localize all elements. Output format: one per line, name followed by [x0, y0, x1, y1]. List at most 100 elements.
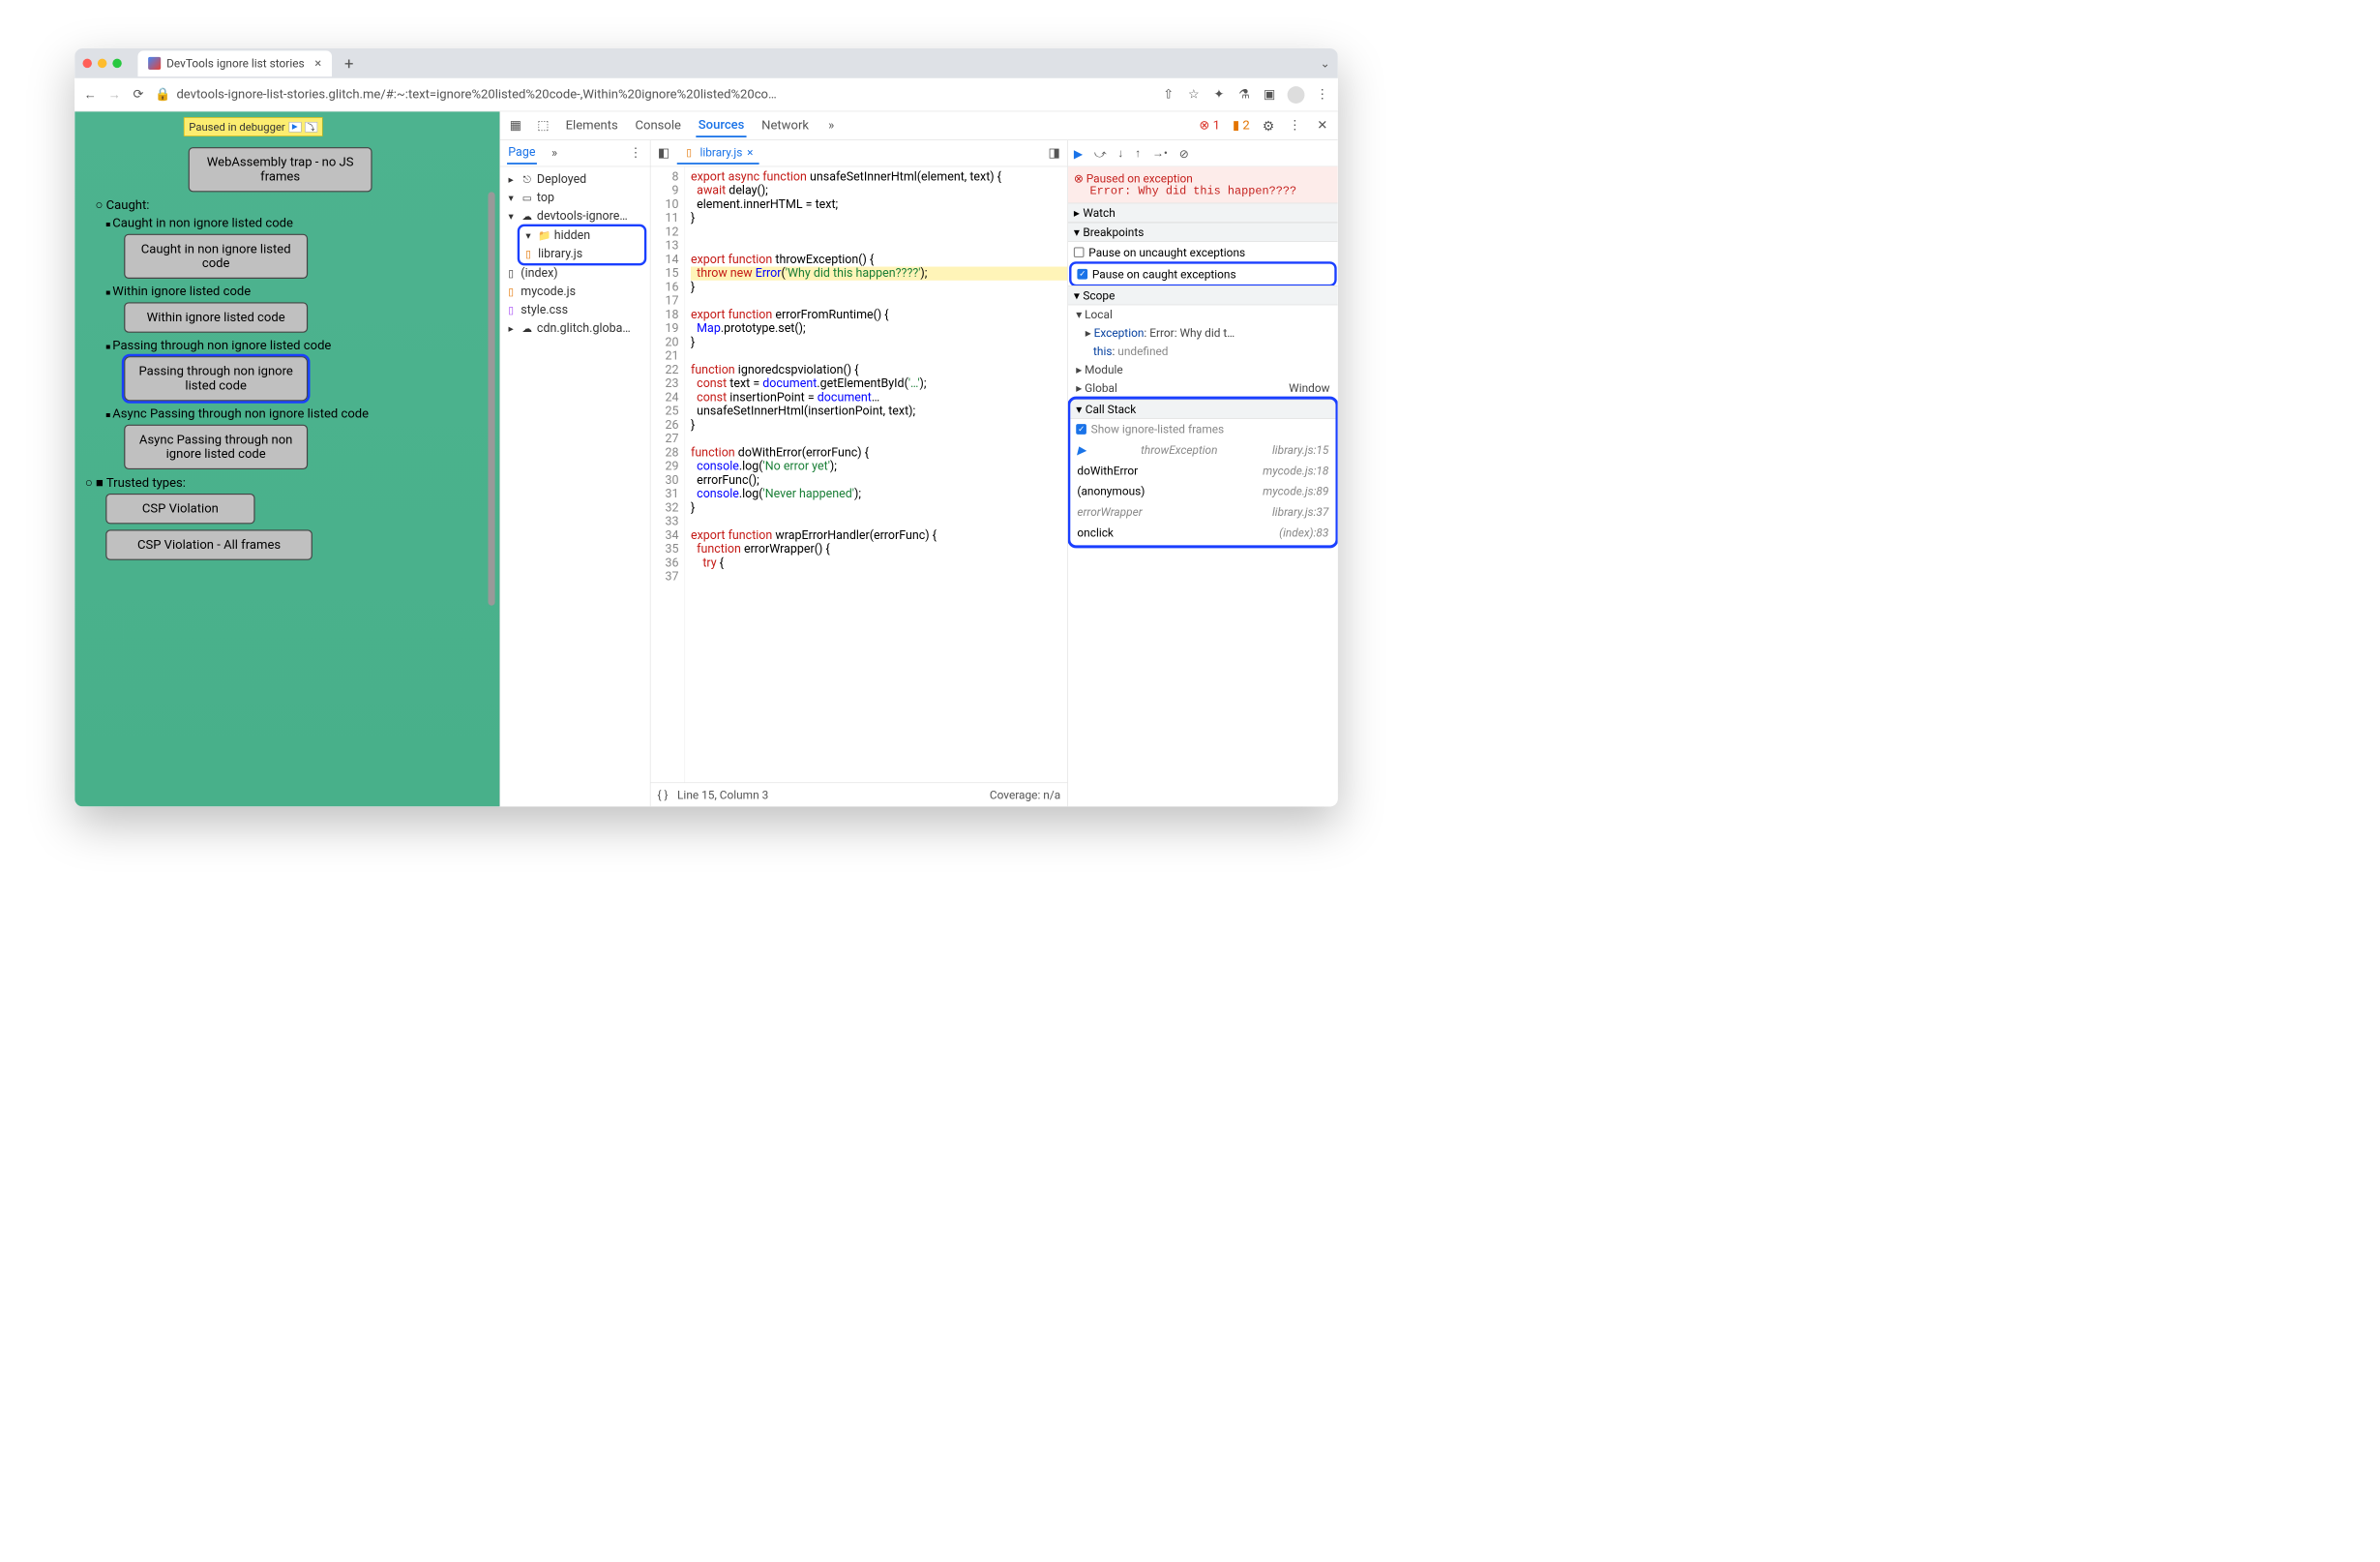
scope-local[interactable]: ▾ Local [1068, 305, 1338, 323]
tree-mycode[interactable]: ▯mycode.js [502, 283, 647, 301]
stack-frame[interactable]: doWithErrormycode.js:18 [1070, 461, 1335, 481]
star-icon[interactable]: ☆ [1186, 87, 1201, 102]
browser-tab[interactable]: DevTools ignore list stories × [137, 50, 332, 76]
paused-error: Error: Why did this happen???? [1089, 185, 1331, 198]
stack-frame[interactable]: throwExceptionlibrary.js:15 [1070, 439, 1335, 460]
tree-hidden[interactable]: ▾📁hidden [520, 226, 644, 245]
stack-frame[interactable]: onclick(index):83 [1070, 523, 1335, 543]
scope-exception[interactable]: ▸ Exception: Error: Why did t… [1068, 323, 1338, 342]
extensions-icon[interactable]: ✦ [1211, 87, 1226, 102]
debugger-sidebar: ▶ ⤻ ↓ ↑ →• ⊘ ⊗ Paused on exception Error… [1068, 140, 1338, 806]
close-window-icon[interactable] [82, 59, 91, 68]
step-icon[interactable]: ⤵ [305, 122, 317, 133]
csp-all-button[interactable]: CSP Violation - All frames [105, 529, 312, 559]
passing-button[interactable]: Passing through non ignore listed code [124, 356, 308, 401]
show-frames-row[interactable]: ✓Show ignore-listed frames [1070, 419, 1335, 439]
page-tab[interactable]: Page [507, 142, 537, 165]
labs-icon[interactable]: ⚗ [1236, 87, 1251, 102]
paused-overlay: Paused in debugger ▶ ⤵ [184, 117, 322, 136]
inspect-icon[interactable]: ▦ [508, 118, 522, 133]
maximize-window-icon[interactable] [112, 59, 121, 68]
story-button[interactable]: WebAssembly trap - no JS frames [189, 147, 372, 192]
error-count[interactable]: ⊗ 1 [1199, 118, 1220, 133]
editor-tab-label: library.js [699, 145, 742, 159]
tree-style[interactable]: ▯style.css [502, 301, 647, 319]
paused-message: ⊗ Paused on exception Error: Why did thi… [1068, 166, 1338, 202]
pause-uncaught-row[interactable]: Pause on uncaught exceptions [1068, 242, 1338, 262]
profile-avatar[interactable] [1288, 86, 1305, 104]
tree-top[interactable]: ▾▭top [502, 189, 647, 207]
device-icon[interactable]: ⬚ [536, 118, 550, 133]
step-icon[interactable]: →• [1152, 146, 1168, 161]
caught-nonign-button[interactable]: Caught in non ignore listed code [124, 234, 308, 279]
page-scrollbar[interactable] [488, 192, 494, 605]
resume-button[interactable]: ▶ [1074, 146, 1083, 160]
deactivate-bp-icon[interactable]: ⊘ [1179, 146, 1189, 160]
install-icon[interactable]: ▣ [1263, 87, 1277, 102]
url-field[interactable]: 🔒 devtools-ignore-list-stories.glitch.me… [155, 87, 1151, 102]
tab-network[interactable]: Network [759, 115, 812, 136]
reload-icon[interactable]: ⟳ [131, 87, 145, 102]
scope-module[interactable]: ▸ Module [1068, 360, 1338, 378]
stack-frame[interactable]: errorWrapperlibrary.js:37 [1070, 501, 1335, 522]
devtools-panel: ▦ ⬚ Elements Console Sources Network » ⊗… [499, 111, 1338, 806]
favicon [148, 57, 161, 70]
new-tab-button[interactable]: + [338, 54, 361, 74]
more-icon[interactable]: ⋮ [1288, 118, 1302, 133]
step-out-icon[interactable]: ↑ [1135, 146, 1141, 161]
scope-this: this: undefined [1068, 342, 1338, 360]
pause-caught-row[interactable]: ✓Pause on caught exceptions [1071, 264, 1334, 285]
stack-frame[interactable]: (anonymous)mycode.js:89 [1070, 481, 1335, 501]
file-icon: ▯ [683, 146, 696, 159]
step-over-icon[interactable]: ⤻ [1094, 146, 1107, 160]
editor-tab[interactable]: ▯ library.js × [677, 142, 759, 165]
async-passing-button[interactable]: Async Passing through non ignore listed … [124, 425, 308, 469]
editor-status: { } Line 15, Column 3 Coverage: n/a [650, 782, 1067, 806]
file-navigator: Page » ⋮ ▸⎋Deployed ▾▭top ▾☁devtools-ign… [500, 140, 650, 806]
scope-header[interactable]: ▾ Scope [1068, 285, 1338, 305]
stack-list: throwExceptionlibrary.js:15doWithErrormy… [1070, 439, 1335, 543]
menu-icon[interactable]: ⋮ [1315, 87, 1329, 102]
tab-elements[interactable]: Elements [563, 115, 620, 136]
tab-sources[interactable]: Sources [696, 114, 746, 137]
breakpoints-header[interactable]: ▾ Breakpoints [1068, 223, 1338, 242]
csp-button[interactable]: CSP Violation [105, 494, 254, 524]
warning-count[interactable]: ▮ 2 [1233, 118, 1250, 133]
tab-console[interactable]: Console [633, 115, 683, 136]
nav-back-icon[interactable]: ← [82, 87, 97, 102]
resume-icon[interactable]: ▶ [288, 122, 301, 133]
tree-cdn[interactable]: ▸☁cdn.glitch.globa… [502, 319, 647, 338]
code-area[interactable]: 8910111213141516171819202122232425262728… [650, 166, 1067, 782]
tab-close-icon[interactable]: × [314, 56, 321, 71]
code-body[interactable]: export async function unsafeSetInnerHtml… [685, 166, 1067, 782]
checkbox-on-icon[interactable]: ✓ [1076, 424, 1086, 435]
scope-global[interactable]: ▸ GlobalWindow [1068, 378, 1338, 397]
within-ign-button[interactable]: Within ignore listed code [124, 302, 308, 332]
tree-library[interactable]: ▯library.js [520, 245, 644, 263]
page-viewport: Paused in debugger ▶ ⤵ WebAssembly trap … [74, 111, 499, 806]
tree-index[interactable]: ▯(index) [502, 264, 647, 283]
minimize-window-icon[interactable] [98, 59, 106, 68]
gutter: 8910111213141516171819202122232425262728… [650, 166, 685, 782]
nav-menu-icon[interactable]: ⋮ [628, 146, 642, 161]
share-icon[interactable]: ⇧ [1161, 87, 1175, 102]
call-stack-header[interactable]: ▾ Call Stack [1070, 400, 1335, 419]
lock-icon: 🔒 [155, 87, 170, 102]
debugger-toggle-icon[interactable]: ◨ [1047, 146, 1061, 161]
url-text: devtools-ignore-list-stories.glitch.me/#… [176, 87, 776, 102]
tree-domain[interactable]: ▾☁devtools-ignore… [502, 207, 647, 225]
editor-tab-close-icon[interactable]: × [747, 145, 753, 159]
paused-title: Paused on exception [1086, 171, 1193, 185]
close-devtools-icon[interactable]: ✕ [1315, 118, 1329, 133]
more-tabs-icon[interactable]: » [823, 118, 838, 133]
checkbox-icon[interactable] [1074, 247, 1085, 257]
tree-deployed[interactable]: ▸⎋Deployed [502, 170, 647, 189]
step-into-icon[interactable]: ↓ [1117, 146, 1123, 161]
tab-overflow-icon[interactable]: ⌄ [1321, 56, 1330, 70]
format-icon[interactable]: { } [658, 788, 669, 801]
watch-header[interactable]: ▸ Watch [1068, 203, 1338, 223]
checkbox-on-icon[interactable]: ✓ [1077, 269, 1087, 280]
sidebar-toggle-icon[interactable]: ◧ [656, 146, 670, 161]
settings-icon[interactable]: ⚙ [1263, 118, 1275, 135]
nav-more-icon[interactable]: » [547, 146, 561, 161]
